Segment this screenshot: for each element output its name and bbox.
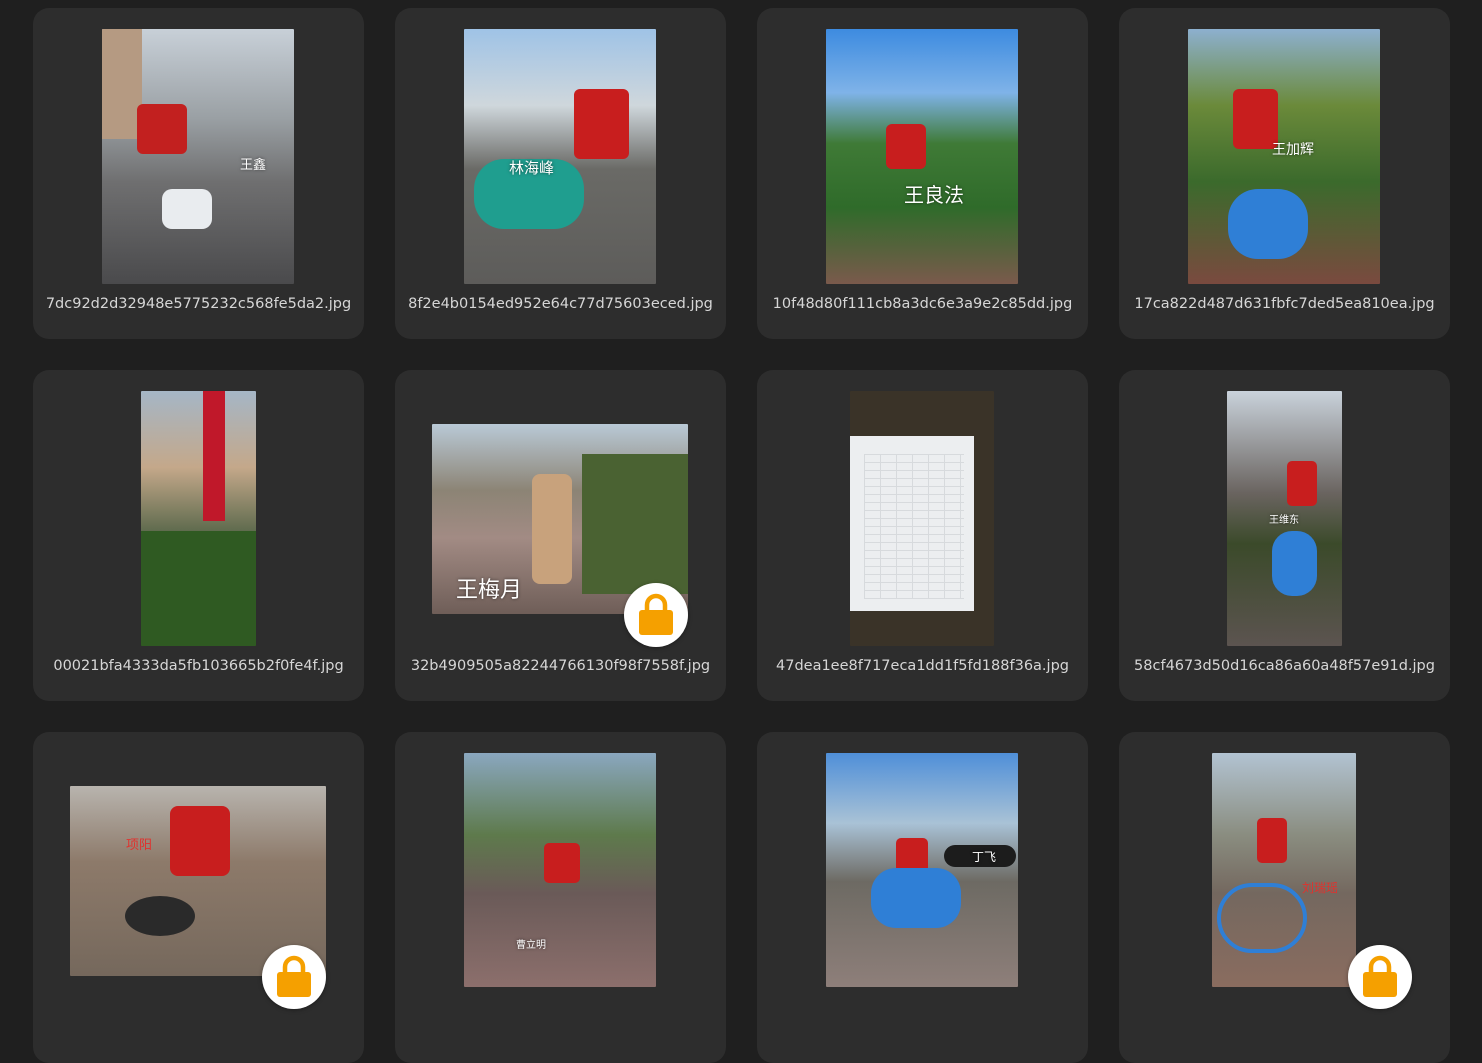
overlay-name: 项阳	[126, 838, 153, 853]
image-thumbnail[interactable]: 林海峰	[464, 29, 656, 284]
overlay-name: 王梅月	[456, 578, 523, 603]
image-card[interactable]: 47dea1ee8f717eca1dd1f5fd188f36a.jpg	[757, 370, 1088, 701]
vest-shape	[574, 89, 629, 159]
file-name: 17ca822d487d631fbfc7ded5ea810ea.jpg	[1134, 296, 1435, 312]
scooter-shape	[1228, 189, 1308, 259]
file-name: 32b4909505a82244766130f98f7558f.jpg	[410, 658, 711, 674]
shrub-shape	[582, 454, 688, 594]
image-card[interactable]: 王维东 58cf4673d50d16ca86a60a48f57e91d.jpg	[1119, 370, 1450, 701]
image-thumbnail[interactable]	[850, 391, 994, 646]
file-name: 00021bfa4333da5fb103665b2f0fe4f.jpg	[53, 658, 344, 674]
image-thumbnail[interactable]	[141, 391, 256, 646]
bicycle-shape	[1217, 883, 1307, 953]
image-card[interactable]: 王良法 10f48d80f111cb8a3dc6e3a9e2c85dd.jpg	[757, 8, 1088, 339]
image-thumbnail[interactable]: 王加辉	[1188, 29, 1380, 284]
image-card[interactable]: 王梅月 32b4909505a82244766130f98f7558f.jpg	[395, 370, 726, 701]
overlay-name: 王加辉	[1272, 142, 1314, 158]
document-page	[850, 436, 974, 611]
image-thumbnail[interactable]: 丁飞	[826, 753, 1018, 987]
image-card[interactable]: 00021bfa4333da5fb103665b2f0fe4f.jpg	[33, 370, 364, 701]
image-card[interactable]: 王加辉 17ca822d487d631fbfc7ded5ea810ea.jpg	[1119, 8, 1450, 339]
image-card[interactable]: 曹立明	[395, 732, 726, 1063]
overlay-name: 王维东	[1269, 515, 1299, 526]
lock-badge[interactable]	[262, 945, 326, 1009]
lock-icon	[639, 593, 673, 635]
vest-shape	[544, 843, 580, 883]
image-card[interactable]: 刘瑞瑶	[1119, 732, 1450, 1063]
file-name: 7dc92d2d32948e5775232c568fe5da2.jpg	[45, 296, 352, 312]
document-table	[864, 454, 964, 599]
overlay-name: 曹立明	[516, 940, 546, 951]
image-card[interactable]: 王鑫 7dc92d2d32948e5775232c568fe5da2.jpg	[33, 8, 364, 339]
banner-shape	[203, 391, 225, 521]
tire-shape	[125, 896, 195, 936]
file-name: 8f2e4b0154ed952e64c77d75603eced.jpg	[408, 296, 713, 312]
overlay-name: 王良法	[904, 183, 964, 207]
lock-badge[interactable]	[624, 583, 688, 647]
vest-shape	[137, 104, 187, 154]
lock-icon	[1363, 955, 1397, 997]
bag-shape	[162, 189, 212, 229]
vest-shape	[1257, 818, 1287, 863]
overlay-name: 丁飞	[972, 850, 997, 864]
scooter-shape	[1272, 531, 1317, 596]
file-name: 58cf4673d50d16ca86a60a48f57e91d.jpg	[1134, 658, 1435, 674]
file-name: 47dea1ee8f717eca1dd1f5fd188f36a.jpg	[776, 658, 1069, 674]
image-card[interactable]: 项阳	[33, 732, 364, 1063]
image-thumbnail[interactable]: 王维东	[1227, 391, 1342, 646]
file-name: 10f48d80f111cb8a3dc6e3a9e2c85dd.jpg	[772, 296, 1073, 312]
image-thumbnail[interactable]: 王鑫	[102, 29, 294, 284]
coat-shape	[532, 474, 572, 584]
building-shape	[102, 29, 142, 139]
overlay-name: 林海峰	[509, 159, 555, 177]
lock-icon	[277, 955, 311, 997]
image-thumbnail[interactable]: 王良法	[826, 29, 1018, 284]
overlay-name: 王鑫	[240, 158, 267, 173]
vest-shape	[170, 806, 230, 876]
lock-badge[interactable]	[1348, 945, 1412, 1009]
shrub-shape	[141, 531, 256, 646]
scooter-shape	[871, 868, 961, 928]
overlay-name: 刘瑞瑶	[1302, 881, 1339, 895]
image-card[interactable]: 林海峰 8f2e4b0154ed952e64c77d75603eced.jpg	[395, 8, 726, 339]
vest-shape	[1287, 461, 1317, 506]
image-thumbnail[interactable]: 曹立明	[464, 753, 656, 987]
image-thumbnail[interactable]: 刘瑞瑶	[1212, 753, 1356, 987]
image-card[interactable]: 丁飞	[757, 732, 1088, 1063]
vest-shape	[886, 124, 926, 169]
